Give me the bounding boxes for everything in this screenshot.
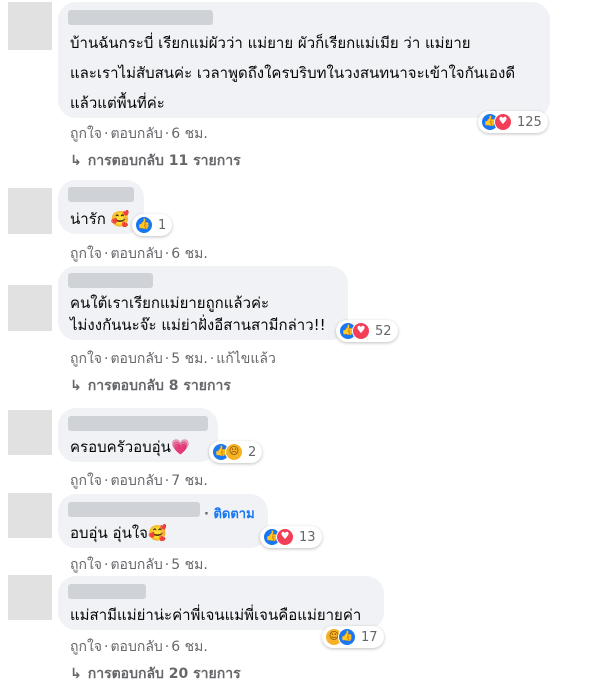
love-reaction-icon: ♥ [494,113,512,131]
emoji: 🥰 [147,524,167,542]
like-link[interactable]: ถูกใจ [70,557,102,573]
like-link[interactable]: ถูกใจ [70,639,102,655]
comment-text: แล้วแต่พื้นที่ค่ะ [70,94,165,112]
reaction-summary[interactable]: 👍 ♥ 52 [336,320,398,342]
avatar[interactable] [8,285,52,331]
view-replies-link[interactable]: ↳ การตอบกลับ 20 รายการ [70,663,241,685]
reply-link[interactable]: ตอบกลับ [110,351,162,367]
reply-arrow-icon: ↳ [70,153,82,169]
reply-link[interactable]: ตอบกลับ [110,126,162,142]
commenter-name[interactable] [68,416,208,431]
comment-actions: ถูกใจ · ตอบกลับ · 6 ชม. [70,243,208,265]
reply-link[interactable]: ตอบกลับ [110,473,162,489]
love-reaction-icon: ♥ [352,322,370,340]
separator: · [164,126,170,142]
timestamp[interactable]: 5 ชม. [171,351,208,367]
comment-text: น่ารัก 🥰 [70,210,130,228]
like-link[interactable]: ถูกใจ [70,473,102,489]
reaction-summary[interactable]: 👍 ☹ 2 [209,441,263,463]
reaction-summary[interactable]: 👍 ♥ 13 [260,526,322,548]
view-replies-link[interactable]: ↳ การตอบกลับ 11 รายการ [70,150,241,172]
replies-label: การตอบกลับ 11 รายการ [87,153,241,169]
replies-label: การตอบกลับ 20 รายการ [87,666,241,682]
like-link[interactable]: ถูกใจ [70,351,102,367]
comment-actions: ถูกใจ · ตอบกลับ · 5 ชม. · แก้ไขแล้ว [70,348,276,370]
separator: · [164,351,170,367]
edited-label: แก้ไขแล้ว [216,351,276,367]
avatar[interactable] [8,493,52,538]
like-link[interactable]: ถูกใจ [70,246,102,262]
separator: · [164,473,170,489]
emoji: 💗 [170,438,190,456]
avatar[interactable] [8,188,52,234]
commenter-name[interactable] [68,584,146,599]
timestamp[interactable]: 6 ชม. [171,639,208,655]
follow-button[interactable]: · ติดตาม [204,503,255,524]
like-link[interactable]: ถูกใจ [70,126,102,142]
comment-text: อบอุ่น อุ่นใจ🥰 [70,524,167,542]
commenter-name[interactable] [68,187,134,202]
reaction-count: 1 [158,217,167,233]
view-replies-link[interactable]: ↳ การตอบกลับ 8 รายการ [70,375,231,397]
commenter-name[interactable] [68,10,213,25]
replies-label: การตอบกลับ 8 รายการ [87,378,231,394]
avatar[interactable] [8,575,52,620]
emoji: 🥰 [110,210,130,228]
comment-actions: ถูกใจ · ตอบกลับ · 6 ชม. [70,636,208,658]
avatar[interactable] [8,2,52,50]
like-reaction-icon: 👍 [338,628,356,646]
sad-reaction-icon: ☹ [225,443,243,461]
separator: · [164,246,170,262]
reply-arrow-icon: ↳ [70,666,82,682]
separator: · [204,507,209,522]
comment-text: ครอบครัวอบอุ่น💗 [70,438,190,456]
comment-bubble: บ้านฉันกระบี่ เรียกแม่ผัวว่า แม่ยาย ผัวก… [58,2,550,118]
comment-actions: ถูกใจ · ตอบกลับ · 7 ชม. [70,470,208,492]
reaction-count: 13 [299,529,316,545]
like-reaction-icon: 👍 [135,216,153,234]
timestamp[interactable]: 7 ชม. [171,473,208,489]
separator: · [164,639,170,655]
reaction-count: 2 [248,444,257,460]
comment-text: แม่สามีแม่ย่าน่ะค่าพี่เจนแม่พี่เจนคือแม่… [70,606,362,624]
reaction-summary[interactable]: 👍 ♥ 125 [478,111,548,133]
comment-text: และเราไม่สับสนค่ะ เวลาพูดถึงใครบริบทในวง… [70,64,516,82]
separator: · [209,351,215,367]
comment-actions: ถูกใจ · ตอบกลับ · 6 ชม. [70,123,208,145]
timestamp[interactable]: 5 ชม. [171,557,208,573]
avatar[interactable] [8,410,52,455]
reaction-count: 17 [361,629,378,645]
commenter-name[interactable] [68,273,153,288]
comment-bubble: · ติดตาม อบอุ่น อุ่นใจ🥰 [58,494,268,548]
comment-text: ไม่งงกันนะจ๊ะ แม่ย่าฝั่งอีสานสามีกล่าว!! [70,316,326,334]
comment-bubble: ครอบครัวอบอุ่น💗 [58,408,218,462]
reaction-summary[interactable]: ☺ 👍 17 [322,626,384,648]
comment-text: บ้านฉันกระบี่ เรียกแม่ผัวว่า แม่ยาย ผัวก… [70,34,471,52]
reaction-summary[interactable]: 👍 1 [132,214,173,236]
timestamp[interactable]: 6 ชม. [171,246,208,262]
comment-bubble: คนใต้เราเรียกแม่ยายถูกแล้วค่ะ ไม่งงกันนะ… [58,266,348,340]
separator: · [164,557,170,573]
reaction-count: 52 [375,323,392,339]
reply-link[interactable]: ตอบกลับ [110,246,162,262]
timestamp[interactable]: 6 ชม. [171,126,208,142]
comment-bubble: แม่สามีแม่ย่าน่ะค่าพี่เจนแม่พี่เจนคือแม่… [58,576,384,630]
reply-link[interactable]: ตอบกลับ [110,639,162,655]
love-reaction-icon: ♥ [276,528,294,546]
commenter-name[interactable] [68,502,200,517]
comment-actions: ถูกใจ · ตอบกลับ · 5 ชม. [70,554,208,576]
reaction-count: 125 [517,114,542,130]
reply-link[interactable]: ตอบกลับ [110,557,162,573]
reply-arrow-icon: ↳ [70,378,82,394]
